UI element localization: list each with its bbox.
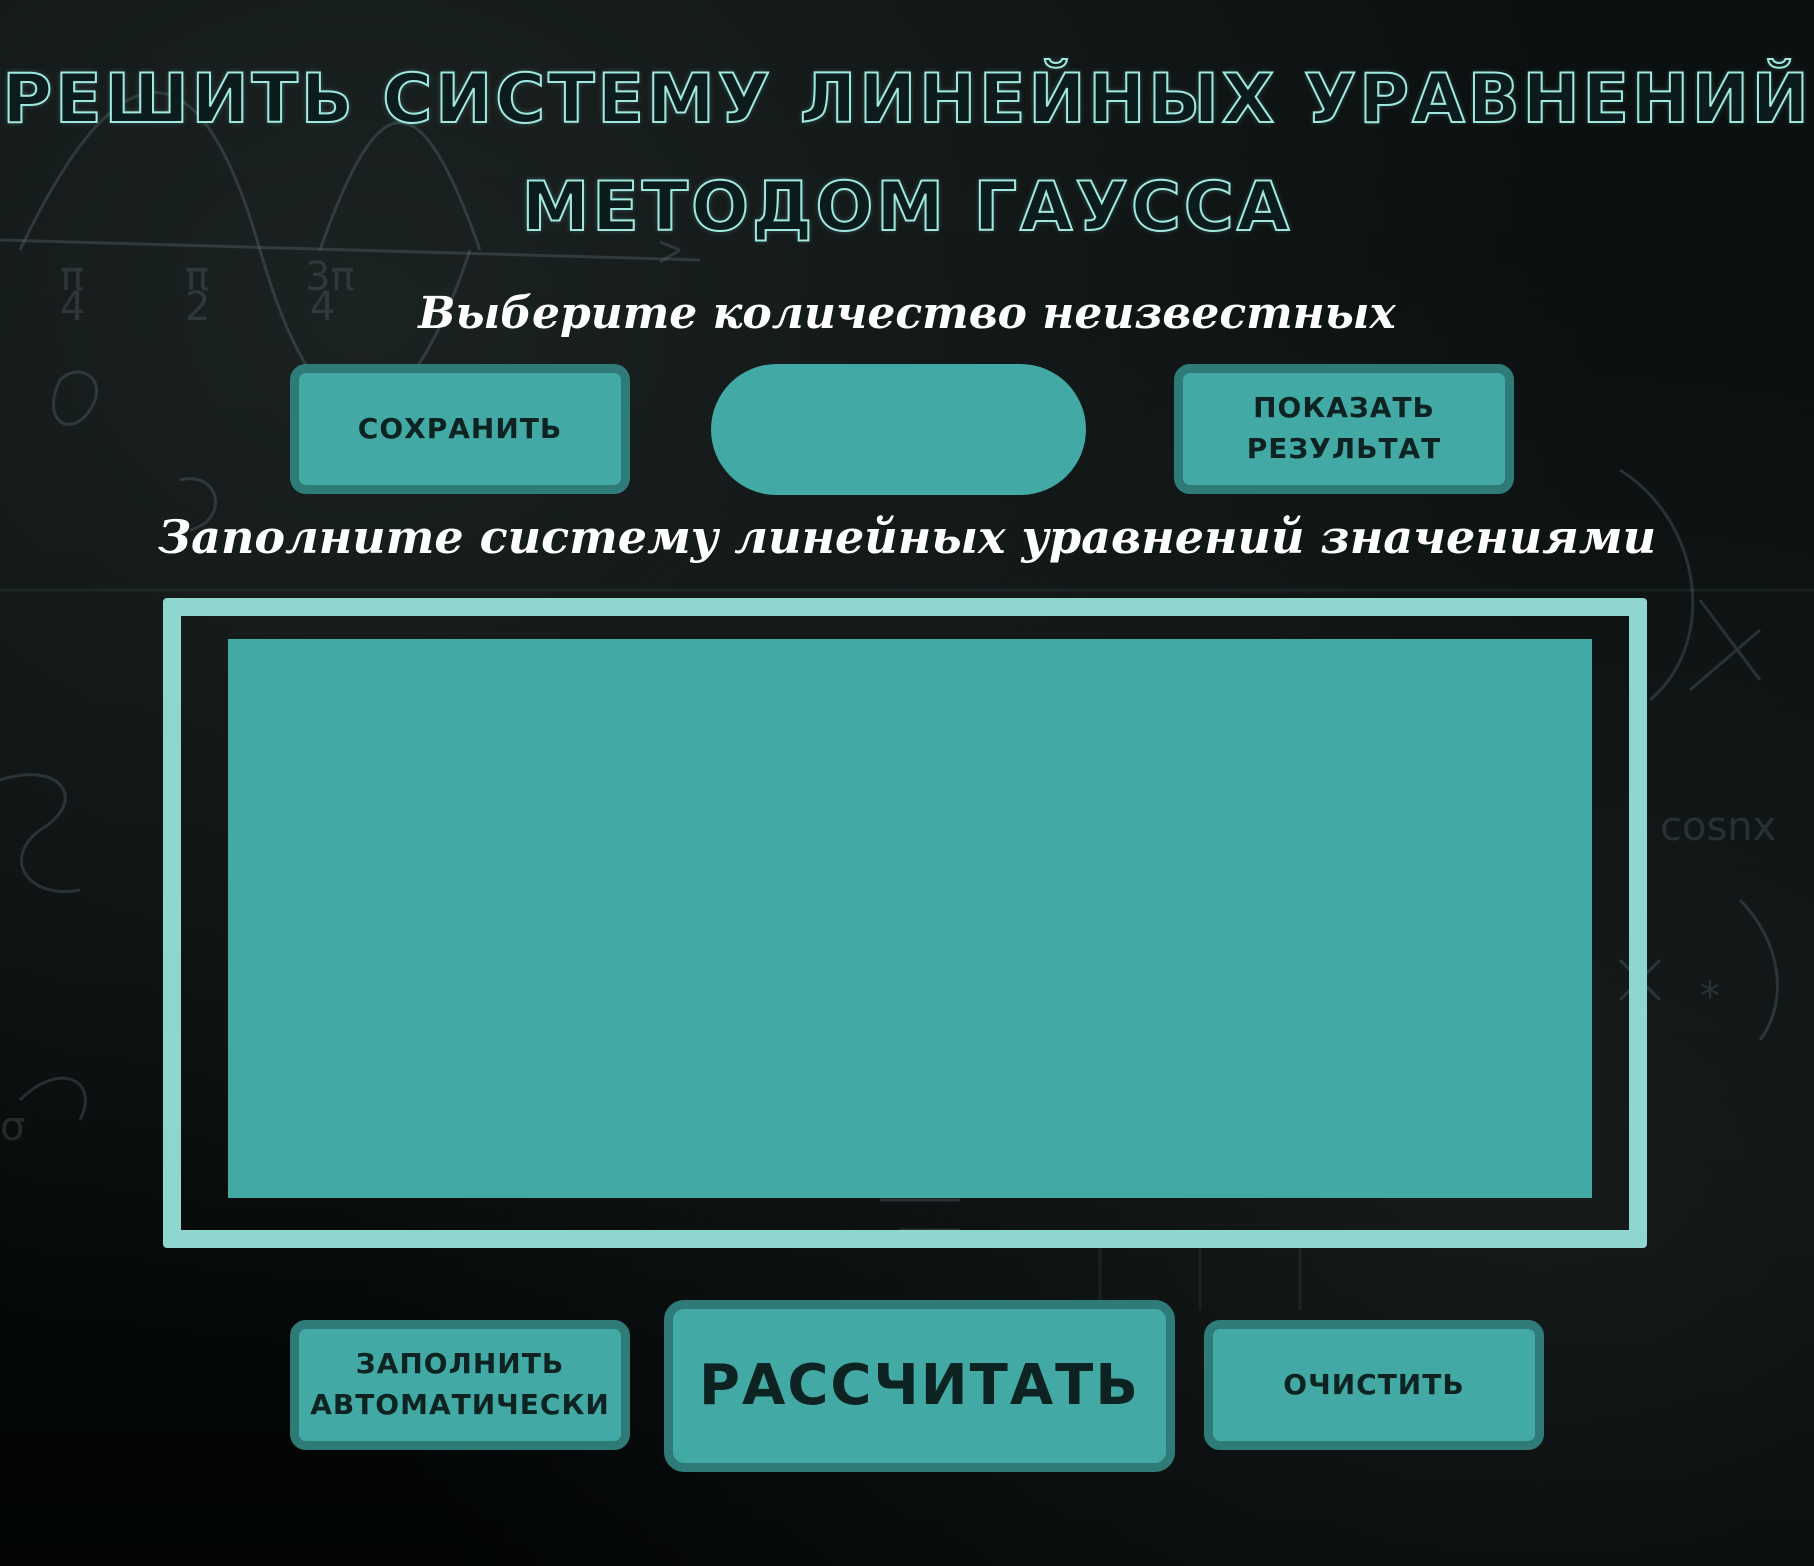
clear-button-label: ОЧИСТИТЬ xyxy=(1283,1367,1465,1401)
show-result-button[interactable]: ПОКАЗАТЬ РЕЗУЛЬТАТ xyxy=(1174,364,1514,494)
unknowns-count-input[interactable] xyxy=(711,364,1086,495)
auto-fill-label-line-1: ЗАПОЛНИТЬ xyxy=(355,1347,565,1381)
svg-text:*: * xyxy=(1700,974,1720,1020)
calculate-button[interactable]: РАССЧИТАТЬ xyxy=(664,1300,1175,1472)
show-result-label-line-2: РЕЗУЛЬТАТ xyxy=(1246,432,1442,465)
show-result-label-line-1: ПОКАЗАТЬ xyxy=(1253,391,1435,425)
page-title-line-1: РЕШИТЬ СИСТЕМУ ЛИНЕЙНЫХ УРАВНЕНИЙ xyxy=(1,59,1812,140)
page-title-line-2: МЕТОДОМ ГАУССА xyxy=(521,167,1293,248)
clear-button[interactable]: ОЧИСТИТЬ xyxy=(1204,1320,1544,1450)
svg-text:cosnx: cosnx xyxy=(1660,804,1776,850)
unknowns-count-label: Выберите количество неизвестных xyxy=(418,288,1396,339)
system-fill-label: Заполните систему линейных уравнений зна… xyxy=(157,510,1657,564)
calculate-button-label: РАССЧИТАТЬ xyxy=(698,1353,1141,1419)
auto-fill-label-line-2: АВТОМАТИЧЕСКИ xyxy=(310,1388,610,1421)
save-button-label: СОХРАНИТЬ xyxy=(357,411,563,445)
auto-fill-button[interactable]: ЗАПОЛНИТЬ АВТОМАТИЧЕСКИ xyxy=(290,1320,630,1450)
save-button[interactable]: СОХРАНИТЬ xyxy=(290,364,630,494)
equation-system-input-area[interactable] xyxy=(228,639,1592,1198)
svg-text:σ: σ xyxy=(0,1104,25,1150)
